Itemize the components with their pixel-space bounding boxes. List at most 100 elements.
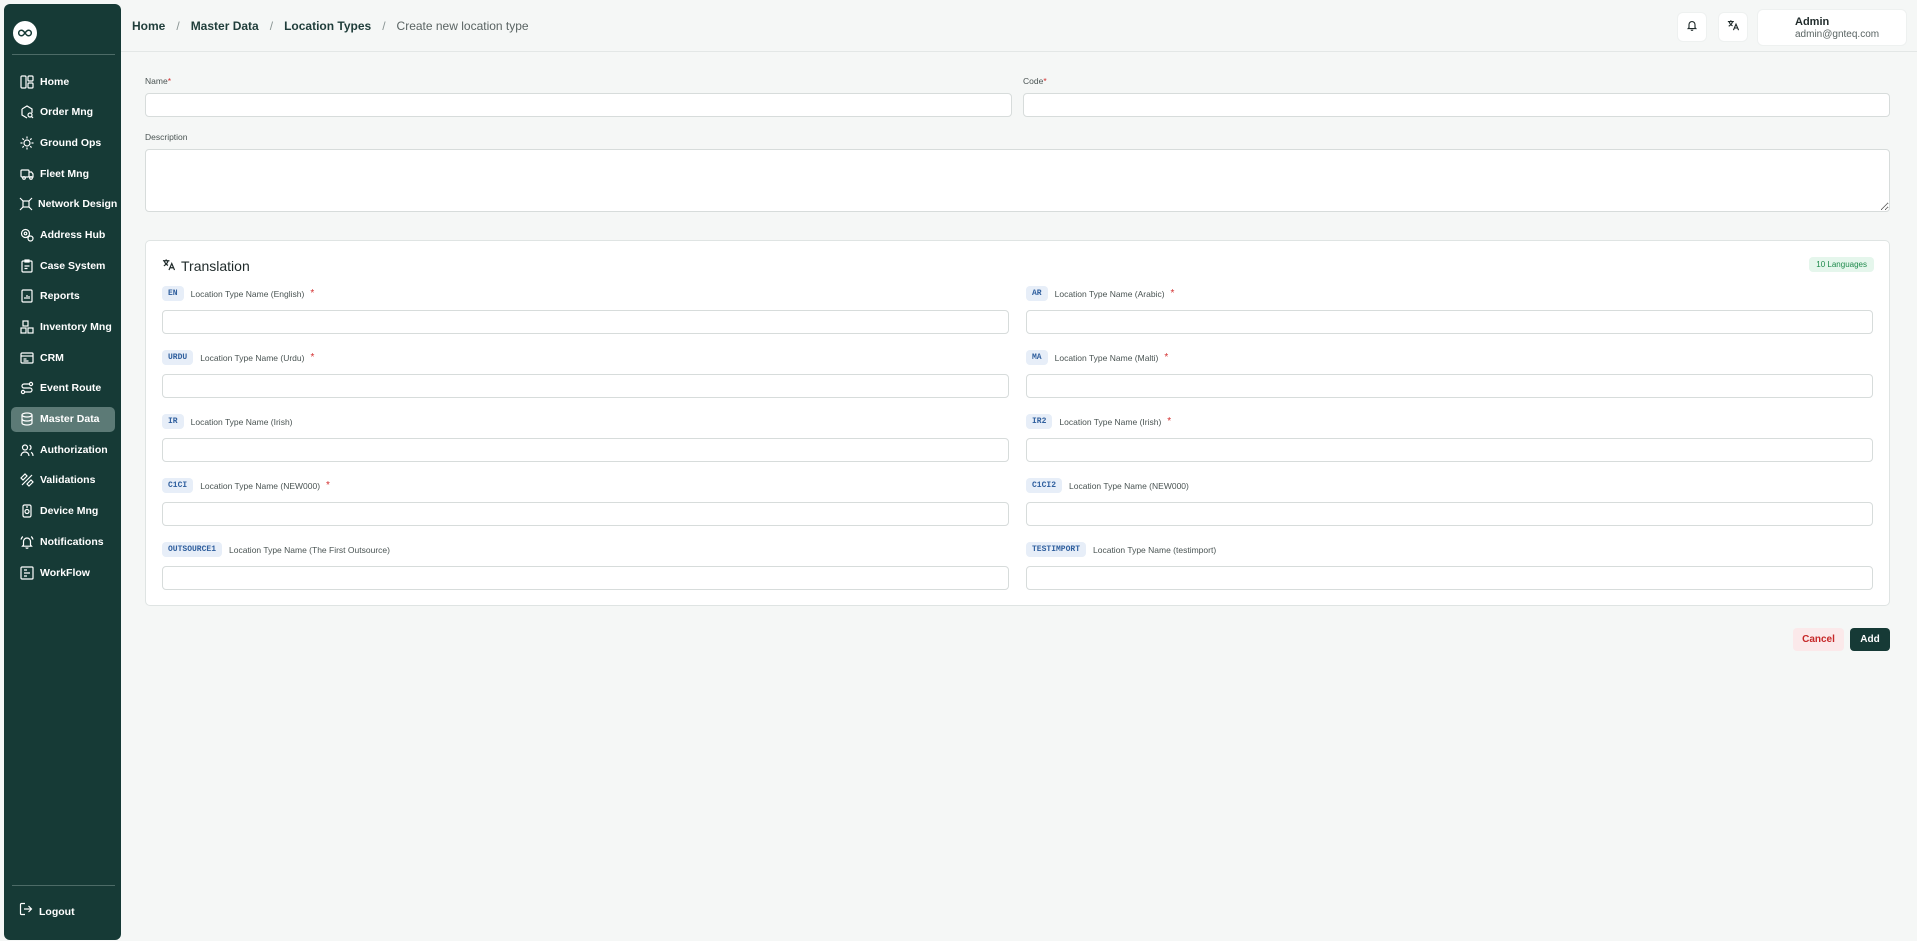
sidebar-item-crm[interactable]: CRM (11, 345, 115, 370)
language-code-badge: C1CI2 (1026, 478, 1063, 493)
breadcrumb-separator: / (176, 19, 180, 33)
sidebar-item-label: Notifications (40, 535, 104, 548)
sidebar-item-device-mng[interactable]: Device Mng (11, 499, 115, 524)
language-code-badge: MA (1026, 350, 1048, 365)
user-name: Admin (1795, 16, 1830, 28)
sidebar-item-event-route[interactable]: Event Route (11, 376, 115, 401)
bell-ring-icon (19, 534, 35, 550)
translation-header: Translation (162, 258, 250, 274)
sidebar-item-label: Ground Ops (40, 136, 102, 149)
translation-input-ir[interactable] (162, 438, 1009, 462)
sidebar-item-label: Order Mng (40, 106, 94, 119)
sidebar-item-workflow[interactable]: WorkFlow (11, 560, 115, 585)
sidebar-item-label: Device Mng (40, 505, 99, 518)
translation-input-ir2[interactable] (1026, 438, 1873, 462)
logout-button[interactable]: Logout (19, 902, 75, 921)
language-button[interactable] (1718, 12, 1748, 42)
sidebar-item-label: Home (40, 75, 70, 88)
translation-label-en: EN Location Type Name (English) * (162, 286, 314, 301)
contact-card-icon (19, 350, 35, 366)
workflow-icon (19, 565, 35, 581)
user-email: admin@gnteq.com (1795, 29, 1880, 40)
sidebar-item-address-hub[interactable]: Address Hub (11, 222, 115, 247)
sidebar-item-label: CRM (40, 351, 64, 364)
network-icon (19, 196, 33, 212)
translation-label-c1ci2: C1CI2 Location Type Name (NEW000) (1026, 478, 1189, 493)
translation-input-testimport[interactable] (1026, 566, 1873, 590)
cancel-button[interactable]: Cancel (1793, 628, 1844, 651)
translation-title: Translation (181, 258, 250, 274)
sidebar-item-label: Address Hub (40, 228, 106, 241)
sun-cog-icon (19, 135, 35, 151)
language-code-badge: AR (1026, 286, 1048, 301)
sidebar-item-master-data[interactable]: Master Data (11, 406, 115, 432)
translation-input-ar[interactable] (1026, 310, 1873, 334)
language-code-badge: URDU (162, 350, 194, 365)
translation-card: Translation 10 Languages EN Location Typ… (145, 240, 1890, 606)
add-button[interactable]: Add (1850, 628, 1890, 651)
code-input[interactable] (1023, 93, 1890, 117)
translation-input-urdu[interactable] (162, 374, 1009, 398)
sidebar-item-authorization[interactable]: Authorization (11, 437, 115, 462)
truck-icon (19, 166, 35, 182)
translation-input-c1ci[interactable] (162, 502, 1009, 526)
translation-label-c1ci: C1CI Location Type Name (NEW000) * (162, 478, 330, 493)
sidebar-divider (12, 54, 115, 55)
name-input[interactable] (145, 93, 1012, 117)
sidebar-item-reports[interactable]: Reports (11, 284, 115, 309)
inventory-icon (19, 319, 35, 335)
description-field-label: Description (145, 132, 188, 142)
sidebar-item-case-system[interactable]: Case System (11, 253, 115, 278)
sidebar-item-label: Fleet Mng (40, 167, 89, 180)
sidebar-item-label: WorkFlow (40, 566, 90, 579)
translation-input-ma[interactable] (1026, 374, 1873, 398)
sidebar-item-label: Authorization (40, 443, 108, 456)
sidebar-item-fleet-mng[interactable]: Fleet Mng (11, 161, 115, 186)
sidebar-item-ground-ops[interactable]: Ground Ops (11, 130, 115, 155)
sidebar: Home Order Mng Ground Ops Fleet Mng Netw… (4, 4, 121, 940)
breadcrumb-separator: / (269, 19, 274, 33)
ruler-pencil-icon (19, 472, 35, 488)
breadcrumb-separator: / (382, 19, 386, 33)
sidebar-item-order-mng[interactable]: Order Mng (11, 100, 115, 125)
sidebar-item-network-design[interactable]: Network Design (11, 192, 118, 217)
name-field-label: Name* (145, 76, 171, 86)
sidebar-item-label: Event Route (40, 382, 102, 395)
translation-input-c1ci2[interactable] (1026, 502, 1873, 526)
translation-input-en[interactable] (162, 310, 1009, 334)
translate-icon (162, 258, 176, 274)
map-pin-icon (19, 227, 35, 243)
description-textarea[interactable] (145, 149, 1890, 212)
code-field-label: Code* (1023, 76, 1047, 86)
sidebar-item-home[interactable]: Home (11, 69, 115, 94)
sidebar-item-validations[interactable]: Validations (11, 468, 115, 493)
route-icon (19, 380, 35, 396)
user-menu[interactable]: Admin admin@gnteq.com (1757, 9, 1907, 46)
language-code-badge: C1CI (162, 478, 194, 493)
translate-icon (1727, 18, 1740, 36)
sidebar-item-notifications[interactable]: Notifications (11, 529, 115, 554)
layout-dashboard-icon (19, 74, 35, 90)
bell-icon (1686, 18, 1698, 36)
logout-label: Logout (39, 905, 75, 918)
notifications-button[interactable] (1677, 12, 1707, 42)
translation-label-ar: AR Location Type Name (Arabic) * (1026, 286, 1174, 301)
sidebar-divider (12, 885, 115, 886)
breadcrumb-current: Create new location type (396, 19, 529, 33)
breadcrumb-home[interactable]: Home (132, 19, 165, 33)
language-code-badge: EN (162, 286, 184, 301)
translation-input-outsource1[interactable] (162, 566, 1009, 590)
language-code-badge: TESTIMPORT (1026, 542, 1087, 557)
report-chart-icon (19, 288, 35, 304)
app-logo[interactable] (13, 21, 37, 45)
breadcrumb-location-types[interactable]: Location Types (284, 19, 371, 33)
logout-icon (19, 902, 33, 921)
sidebar-item-label: Reports (40, 290, 80, 303)
sidebar-item-label: Inventory Mng (40, 321, 112, 333)
device-icon (19, 503, 35, 519)
breadcrumb: Home / Master Data / Location Types / Cr… (132, 19, 529, 33)
sidebar-item-inventory-mng[interactable]: Inventory Mng (11, 315, 115, 340)
breadcrumb-master-data[interactable]: Master Data (191, 19, 259, 33)
sidebar-nav: Home Order Mng Ground Ops Fleet Mng Netw… (11, 69, 118, 591)
sidebar-item-label: Network Design (38, 198, 118, 211)
